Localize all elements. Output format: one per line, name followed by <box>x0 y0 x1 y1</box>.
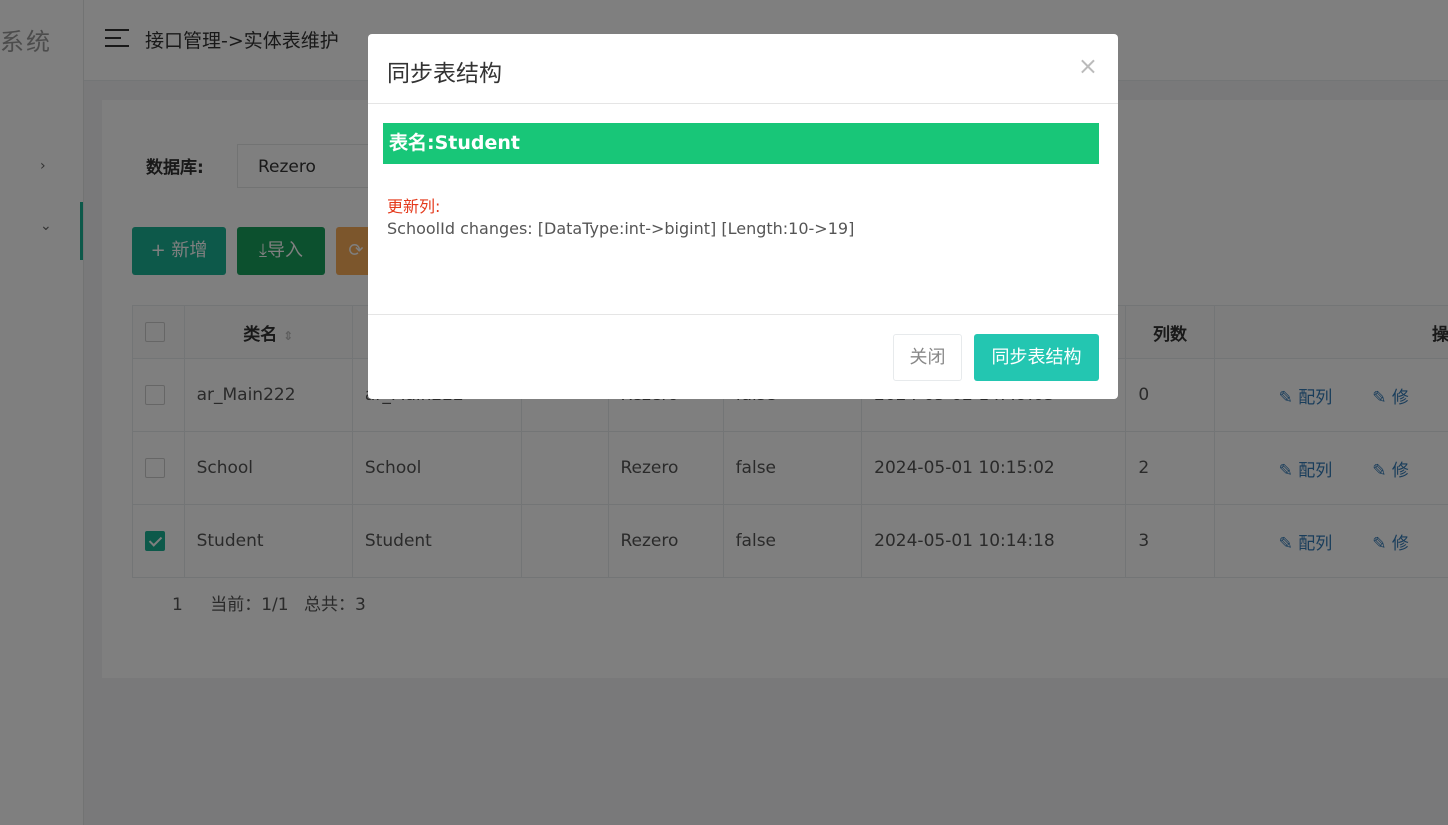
sync-structure-button[interactable]: 同步表结构 <box>974 334 1099 381</box>
sync-structure-dialog: 同步表结构 × 表名:Student 更新列: SchoolId changes… <box>368 34 1118 399</box>
close-button[interactable]: 关闭 <box>893 334 962 381</box>
dialog-header: 同步表结构 × <box>368 34 1118 104</box>
table-name-banner: 表名:Student <box>383 123 1099 164</box>
dialog-title: 同步表结构 <box>387 61 502 87</box>
updated-columns-label: 更新列: <box>387 197 441 216</box>
column-change-detail: SchoolId changes: [DataType:int->bigint]… <box>387 219 855 238</box>
dialog-footer: 关闭 同步表结构 <box>368 314 1118 400</box>
close-icon[interactable]: × <box>1078 52 1098 80</box>
